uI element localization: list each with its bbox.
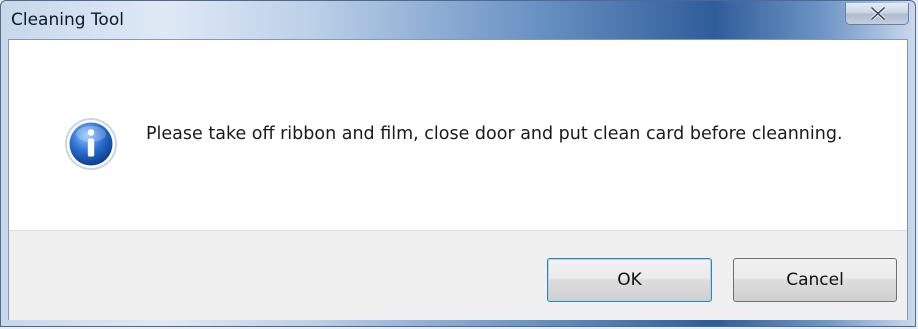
- cancel-button[interactable]: Cancel: [733, 258, 897, 302]
- title-bar[interactable]: Cleaning Tool: [1, 1, 915, 39]
- dialog-client-area: Please take off ribbon and film, close d…: [8, 39, 908, 320]
- close-button[interactable]: [845, 3, 909, 25]
- window-title: Cleaning Tool: [11, 10, 124, 30]
- info-icon: [65, 118, 117, 170]
- button-bar: OK Cancel: [9, 230, 907, 320]
- message-area: Please take off ribbon and film, close d…: [9, 40, 907, 230]
- dialog-window: Cleaning Tool Please take off ribbon and…: [0, 0, 916, 327]
- ok-button[interactable]: OK: [547, 258, 712, 302]
- close-x-icon: [871, 7, 885, 20]
- dialog-message: Please take off ribbon and film, close d…: [146, 124, 843, 144]
